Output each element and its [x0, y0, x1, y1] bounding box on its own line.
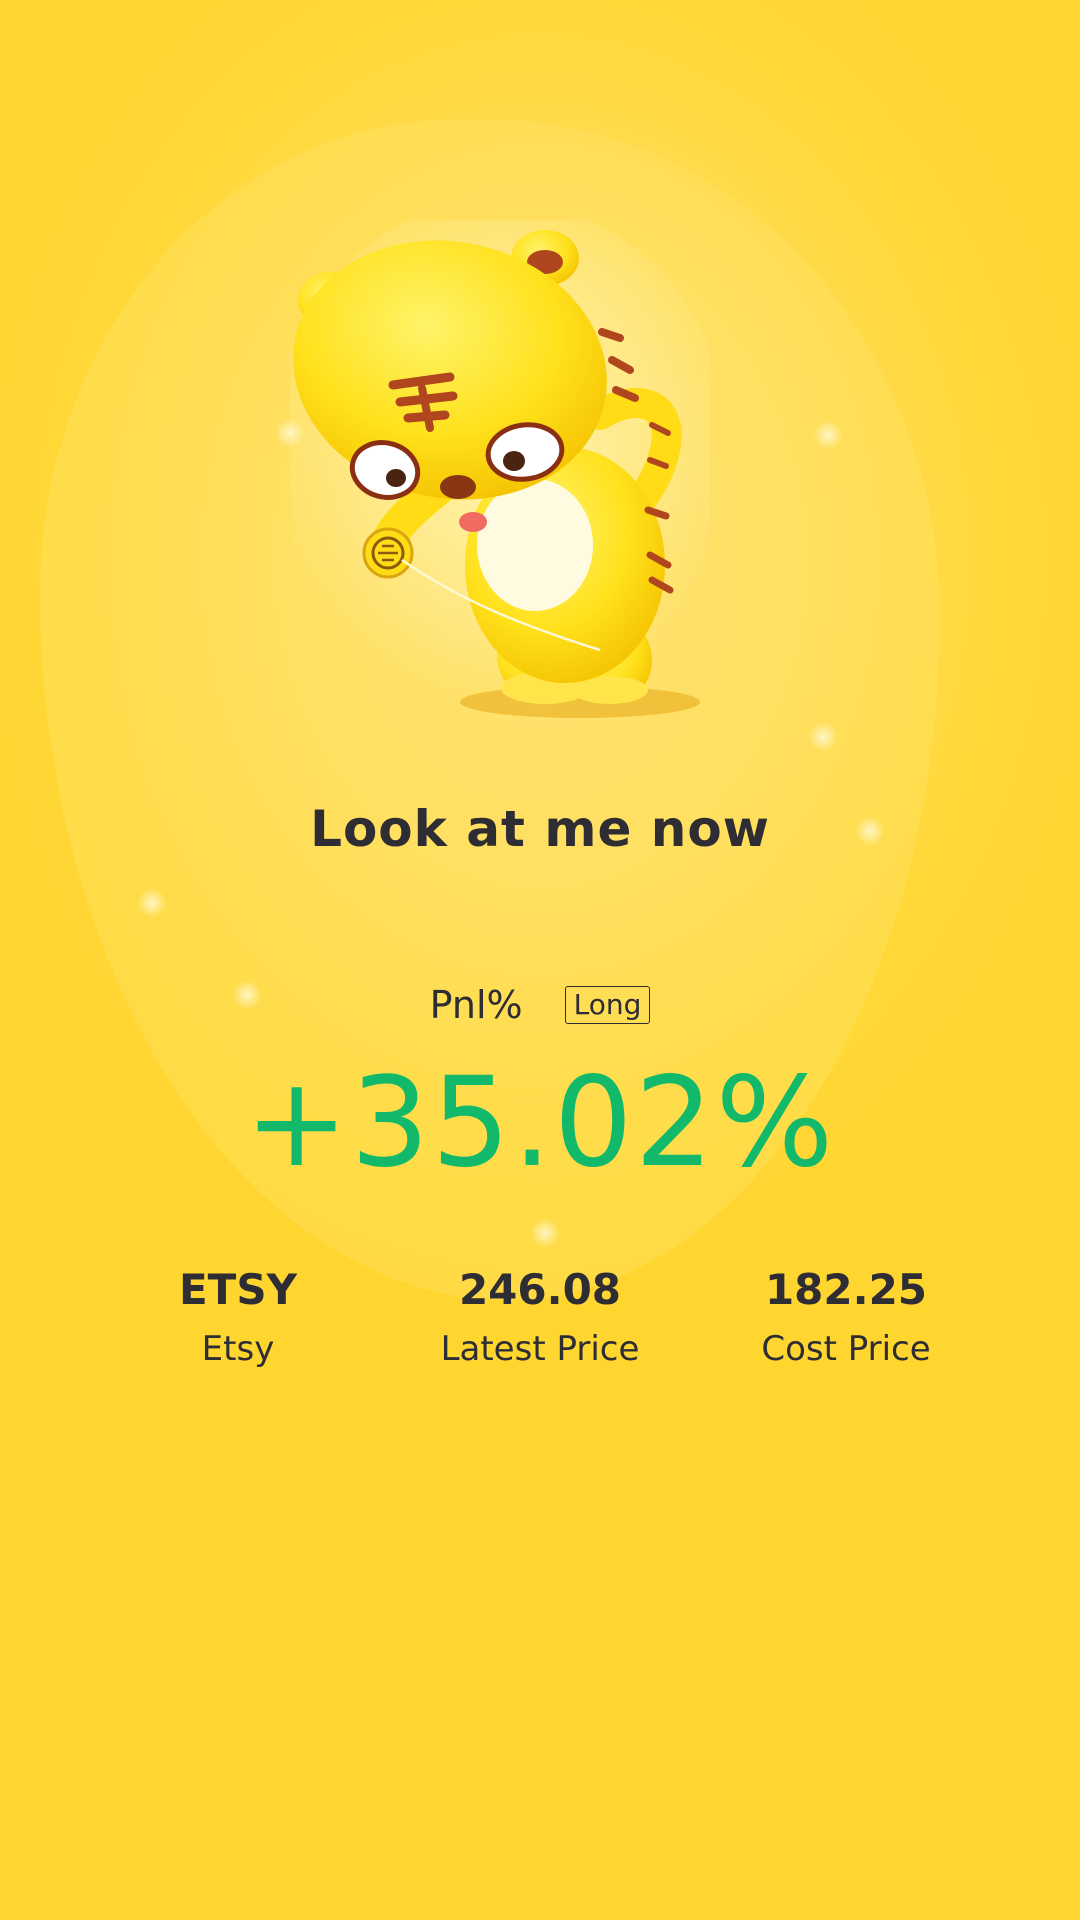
sparkle — [137, 888, 167, 918]
tiger-mascot-yoyo-icon — [290, 220, 710, 740]
stat-latest-price: 246.08 Latest Price — [380, 1265, 700, 1370]
stat-cost-price: 182.25 Cost Price — [686, 1265, 1006, 1370]
pnl-header: Pnl% Long — [0, 983, 1080, 1027]
cost-price-value: 182.25 — [764, 1265, 928, 1314]
cost-price-label: Cost Price — [761, 1329, 931, 1370]
sparkle — [813, 420, 843, 450]
pnl-percentage-value: +35.02% — [244, 1051, 836, 1195]
stock-symbol: ETSY — [178, 1265, 297, 1314]
sparkle — [530, 1218, 560, 1248]
sparkle — [808, 722, 838, 752]
position-direction-badge: Long — [564, 986, 651, 1024]
latest-price-label: Latest Price — [440, 1329, 640, 1370]
stat-symbol: ETSY Etsy — [78, 1265, 398, 1370]
stock-name: Etsy — [201, 1329, 275, 1370]
pnl-label: Pnl% — [429, 983, 523, 1027]
stats-row: ETSY Etsy 246.08 Latest Price 182.25 Cos… — [0, 1265, 1080, 1405]
latest-price-value: 246.08 — [458, 1265, 622, 1314]
headline: Look at me now — [310, 800, 770, 858]
